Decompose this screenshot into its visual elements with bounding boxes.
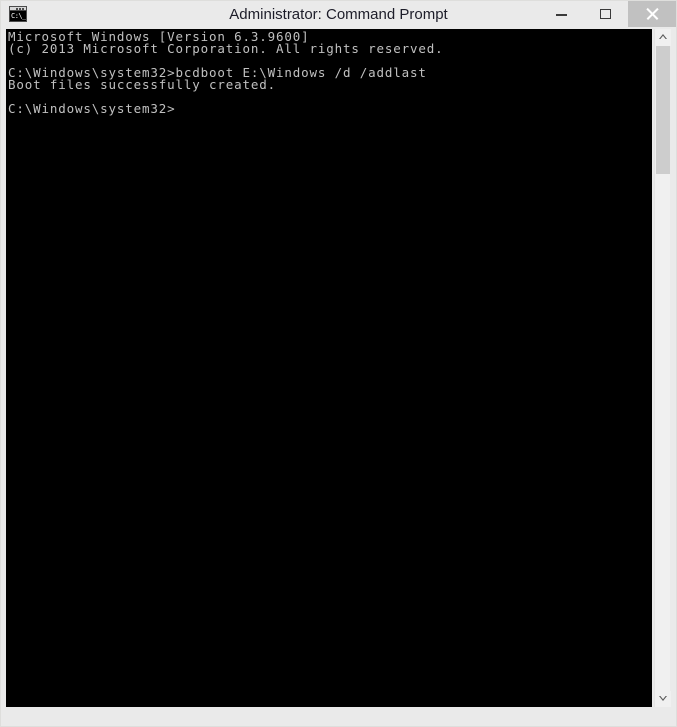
console-output-area[interactable]: Microsoft Windows [Version 6.3.9600] (c)…	[6, 29, 652, 708]
close-icon	[645, 7, 659, 21]
command-prompt-icon[interactable]: C:\_	[9, 6, 27, 22]
icon-dot	[16, 8, 18, 10]
chevron-down-icon	[659, 696, 667, 701]
console-scrollbar[interactable]	[654, 29, 671, 708]
scroll-up-button[interactable]	[655, 29, 671, 46]
minimize-icon	[555, 14, 567, 16]
command-prompt-window: C:\_ Administrator: Command Prompt Micro…	[0, 0, 677, 727]
icon-dot	[19, 8, 21, 10]
console-text: Microsoft Windows [Version 6.3.9600] (c)…	[8, 29, 444, 116]
chevron-up-icon	[659, 34, 667, 39]
maximize-icon	[599, 9, 611, 19]
caption-button-group	[538, 1, 676, 27]
icon-dot	[22, 8, 24, 10]
title-bar[interactable]: C:\_ Administrator: Command Prompt	[1, 1, 676, 28]
scrollbar-thumb[interactable]	[656, 46, 670, 174]
window-bottom-border	[1, 707, 676, 726]
icon-prompt-text: C:\_	[10, 11, 26, 21]
console-frame: Microsoft Windows [Version 6.3.9600] (c)…	[6, 29, 671, 708]
scroll-down-button[interactable]	[655, 691, 671, 708]
close-button[interactable]	[628, 1, 676, 27]
maximize-button[interactable]	[583, 1, 628, 27]
minimize-button[interactable]	[538, 1, 583, 27]
